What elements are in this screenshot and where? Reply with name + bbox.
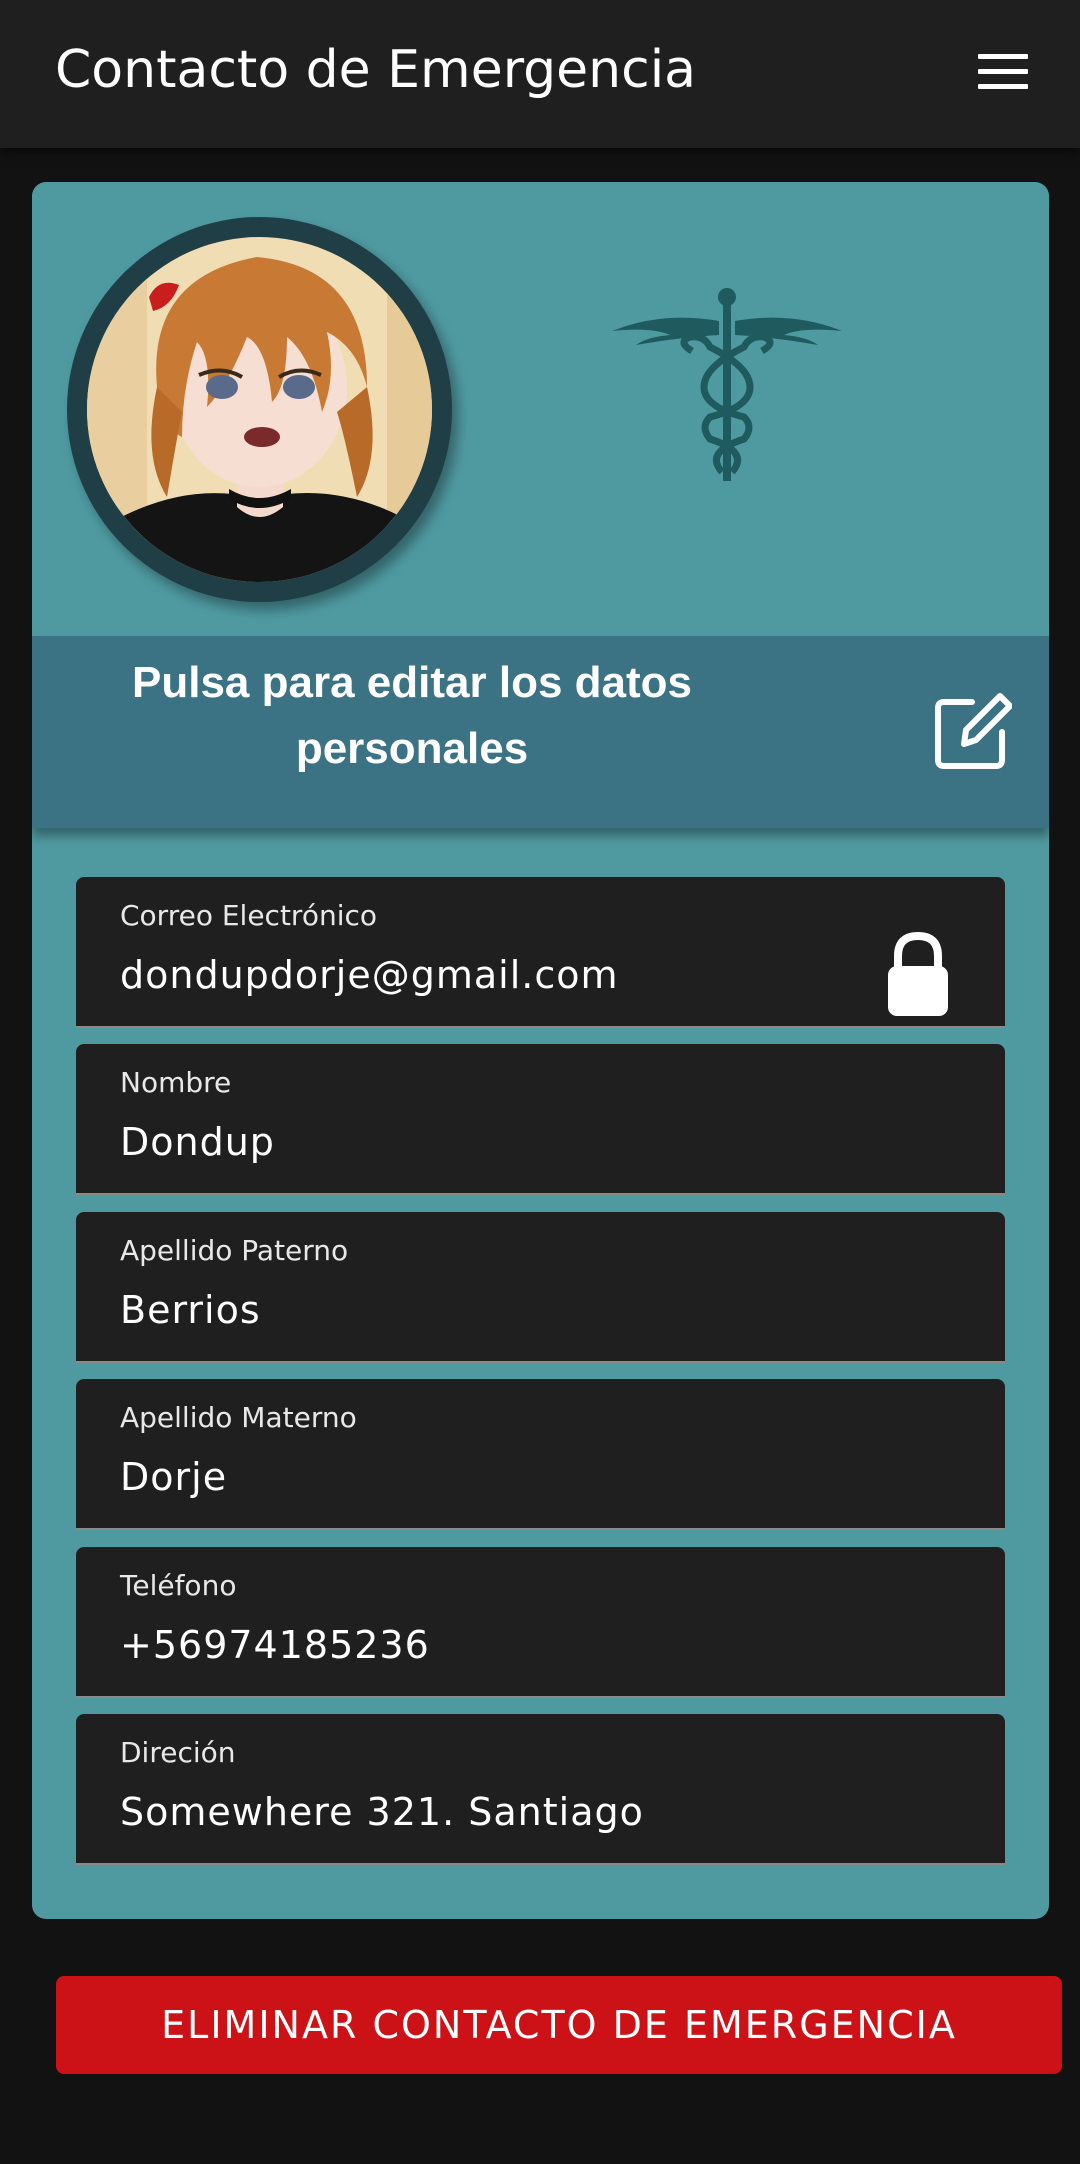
email-field[interactable]: Correo Electrónico dondupdorje@gmail.com xyxy=(76,877,1005,1028)
first-name-value: Dondup xyxy=(120,1120,275,1164)
edit-icon[interactable] xyxy=(932,692,1012,772)
avatar-image xyxy=(87,237,432,582)
contact-card: Pulsa para editar los datos personales C… xyxy=(32,182,1049,1919)
paternal-surname-label: Apellido Paterno xyxy=(120,1234,349,1267)
delete-contact-button[interactable]: ELIMINAR CONTACTO DE EMERGENCIA xyxy=(56,1976,1062,2074)
address-field[interactable]: Direción Somewhere 321. Santiago xyxy=(76,1714,1005,1865)
address-label: Direción xyxy=(120,1736,236,1769)
edit-prompt: Pulsa para editar los datos personales xyxy=(132,658,692,773)
app-bar: Contacto de Emergencia xyxy=(0,0,1080,148)
address-value: Somewhere 321. Santiago xyxy=(120,1790,644,1834)
maternal-surname-value: Dorje xyxy=(120,1455,228,1499)
paternal-surname-value: Berrios xyxy=(120,1288,261,1332)
phone-value: +56974185236 xyxy=(120,1623,430,1667)
email-value: dondupdorje@gmail.com xyxy=(120,953,619,997)
email-label: Correo Electrónico xyxy=(120,899,378,932)
first-name-field[interactable]: Nombre Dondup xyxy=(76,1044,1005,1195)
phone-field[interactable]: Teléfono +56974185236 xyxy=(76,1547,1005,1698)
caduceus-icon xyxy=(612,288,842,481)
paternal-surname-field[interactable]: Apellido Paterno Berrios xyxy=(76,1212,1005,1363)
edit-personal-data-banner[interactable]: Pulsa para editar los datos personales xyxy=(32,636,1049,828)
lock-icon xyxy=(888,932,948,1016)
page-title: Contacto de Emergencia xyxy=(55,40,697,100)
maternal-surname-field[interactable]: Apellido Materno Dorje xyxy=(76,1379,1005,1530)
first-name-label: Nombre xyxy=(120,1066,232,1099)
hamburger-menu-icon[interactable] xyxy=(975,52,1031,92)
phone-label: Teléfono xyxy=(120,1569,237,1602)
maternal-surname-label: Apellido Materno xyxy=(120,1401,357,1434)
avatar[interactable] xyxy=(67,217,452,602)
